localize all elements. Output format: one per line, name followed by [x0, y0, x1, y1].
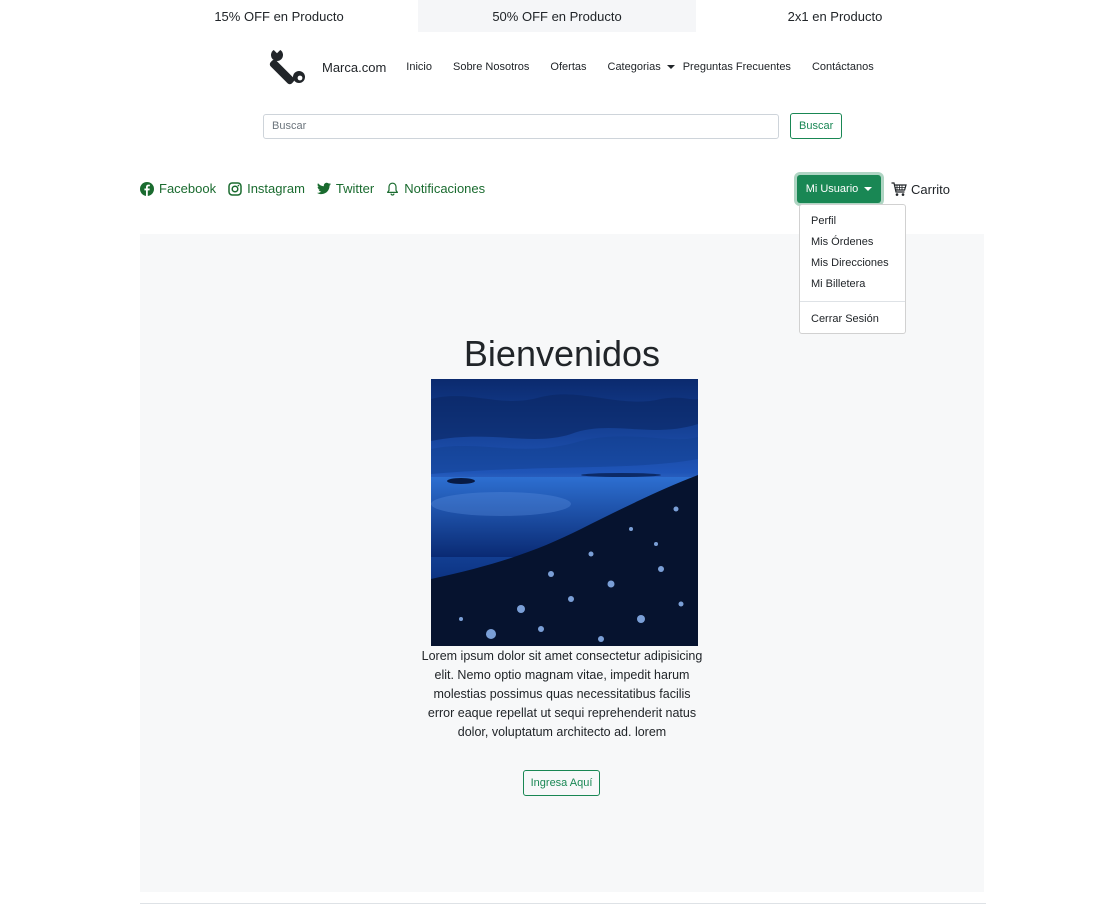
user-area: Mi Usuario Carrito — [797, 175, 950, 203]
twitter-link[interactable]: Twitter — [316, 181, 375, 196]
hero-title: Bienvenidos — [463, 333, 661, 374]
promo-item[interactable]: 2x1 en Producto — [696, 0, 974, 32]
menu-item-mis-direcciones[interactable]: Mis Direcciones — [800, 253, 905, 274]
cart-link[interactable]: Carrito — [891, 182, 950, 197]
social-links: Facebook Instagram Twitter Notificacione… — [140, 181, 497, 196]
footer-divider — [140, 903, 986, 904]
brand-link[interactable]: Marca.com — [322, 60, 386, 75]
chevron-down-icon — [864, 187, 873, 191]
facebook-label: Facebook — [159, 181, 217, 196]
nav-link-categorias-label: Categorias — [607, 61, 661, 73]
search-form: Buscar — [263, 113, 843, 139]
user-dropdown-menu: Perfil Mis Órdenes Mis Direcciones Mi Bi… — [799, 204, 906, 334]
menu-item-mis-ordenes[interactable]: Mis Órdenes — [800, 232, 905, 253]
menu-item-cerrar-sesion[interactable]: Cerrar Sesión — [800, 309, 905, 330]
cart-icon — [891, 181, 907, 196]
nav-dropdown-categorias[interactable]: Categorias — [608, 61, 675, 73]
instagram-label: Instagram — [247, 181, 305, 196]
menu-item-mi-billetera[interactable]: Mi Billetera — [800, 274, 905, 295]
main-navbar: Marca.com Inicio Sobre Nosotros Ofertas … — [268, 47, 895, 87]
search-input[interactable] — [263, 113, 779, 139]
wrench-icon[interactable] — [268, 47, 310, 87]
search-button[interactable]: Buscar — [790, 113, 843, 139]
nav-link-inicio[interactable]: Inicio — [406, 61, 432, 73]
hero-description: Lorem ipsum dolor sit amet consectetur a… — [421, 649, 703, 739]
promo-bar: 15% OFF en Producto 50% OFF en Producto … — [140, 0, 975, 34]
user-menu-label: Mi Usuario — [805, 183, 859, 195]
twitter-icon — [316, 182, 331, 195]
promo-item[interactable]: 50% OFF en Producto — [418, 0, 696, 32]
menu-divider — [800, 301, 905, 302]
user-menu-button[interactable]: Mi Usuario — [797, 175, 881, 203]
instagram-icon — [228, 181, 242, 196]
nav-link-ofertas[interactable]: Ofertas — [550, 61, 586, 73]
promo-item[interactable]: 15% OFF en Producto — [140, 0, 418, 32]
bell-icon — [387, 182, 399, 196]
nav-link-preguntas-frecuentes[interactable]: Preguntas Frecuentes — [683, 61, 791, 73]
chevron-down-icon — [666, 65, 675, 69]
nav-link-contactanos[interactable]: Contáctanos — [812, 61, 874, 73]
menu-item-perfil[interactable]: Perfil — [800, 211, 905, 232]
instagram-link[interactable]: Instagram — [228, 181, 305, 196]
notifications-label: Notificaciones — [404, 181, 486, 196]
twitter-label: Twitter — [335, 181, 375, 196]
facebook-link[interactable]: Facebook — [140, 181, 216, 196]
hero-image — [431, 379, 698, 646]
notifications-link[interactable]: Notificaciones — [386, 181, 485, 196]
nav-link-sobre-nosotros[interactable]: Sobre Nosotros — [453, 61, 529, 73]
ingresa-aqui-button[interactable]: Ingresa Aquí — [523, 770, 600, 796]
facebook-icon — [140, 181, 154, 196]
cart-label: Carrito — [911, 181, 951, 197]
